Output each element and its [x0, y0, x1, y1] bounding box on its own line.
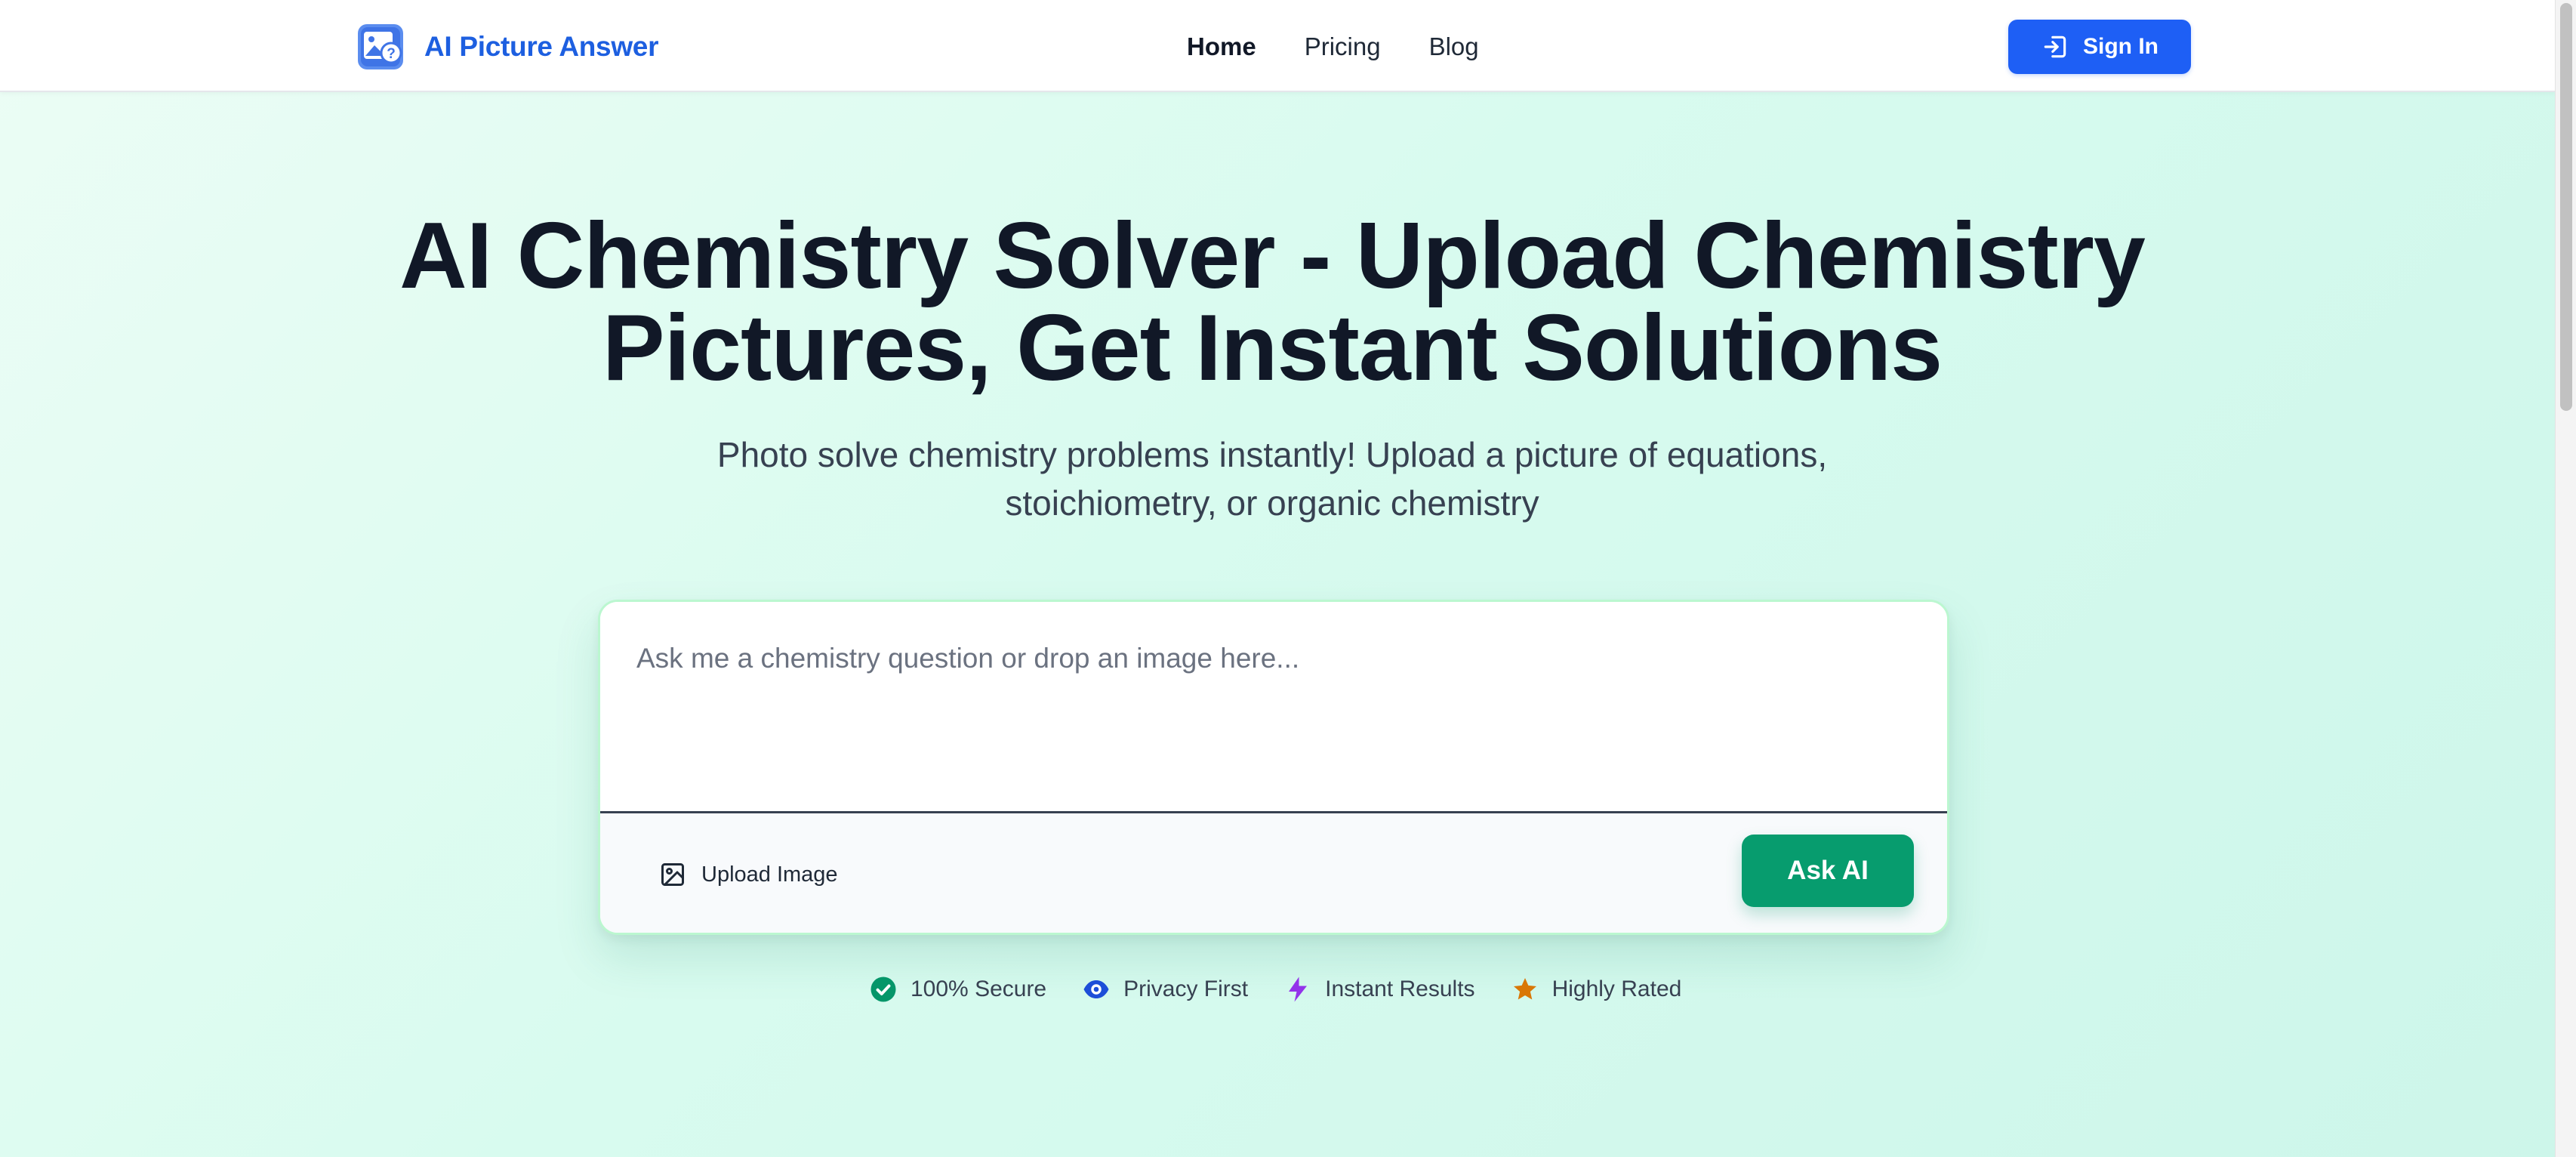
sign-in-icon [2044, 35, 2066, 58]
nav-home[interactable]: Home [1187, 32, 1256, 61]
badge-privacy-label: Privacy First [1123, 977, 1249, 1001]
top-header: ? AI Picture Answer Home Pricing Blog Si… [0, 0, 2555, 92]
badge-instant: Instant Results [1284, 976, 1475, 1003]
question-card: Upload Image Ask AI [598, 600, 1949, 935]
badge-privacy: Privacy First [1083, 976, 1248, 1003]
scrollbar-thumb[interactable] [2560, 3, 2572, 411]
page-subtitle-line1: Photo solve chemistry problems instantly… [716, 435, 1828, 474]
badge-instant-label: Instant Results [1325, 977, 1475, 1001]
brand-logo-link[interactable]: ? AI Picture Answer [356, 23, 658, 71]
badge-rated: Highly Rated [1511, 976, 1682, 1003]
page-title: AI Chemistry Solver - Upload Chemistry P… [302, 209, 2242, 395]
upload-image-label: Upload Image [701, 862, 838, 887]
ask-ai-button[interactable]: Ask AI [1742, 835, 1914, 907]
page-subtitle: Photo solve chemistry problems instantly… [604, 430, 1940, 527]
brand-name: AI Picture Answer [424, 31, 659, 62]
page-title-line1: AI Chemistry Solver - Upload Chemistry [399, 204, 2146, 308]
page-subtitle-line2: stoichiometry, or organic chemistry [1005, 483, 1539, 523]
question-card-footer: Upload Image Ask AI [600, 813, 1947, 933]
question-input[interactable] [600, 602, 1947, 813]
eye-icon [1083, 980, 1109, 998]
sign-in-label: Sign In [2083, 34, 2158, 59]
sign-in-button[interactable]: Sign In [2008, 20, 2191, 74]
svg-text:?: ? [387, 46, 396, 62]
upload-image-button[interactable]: Upload Image [659, 856, 838, 893]
badge-rated-label: Highly Rated [1551, 977, 1682, 1001]
main-nav: Home Pricing Blog [1187, 27, 1479, 66]
badge-secure: 100% Secure [870, 976, 1046, 1003]
page-scrollbar[interactable] [2555, 0, 2576, 1157]
lightning-icon [1289, 977, 1308, 1002]
check-circle-icon [870, 977, 896, 1002]
nav-pricing[interactable]: Pricing [1305, 32, 1381, 61]
nav-blog[interactable]: Blog [1429, 32, 1479, 61]
page-title-line2: Pictures, Get Instant Solutions [602, 296, 1943, 400]
image-icon [661, 863, 684, 886]
picture-question-logo-icon: ? [358, 24, 403, 69]
badge-secure-label: 100% Secure [911, 977, 1047, 1001]
trust-badges: 100% Secure Privacy First Instant Result… [870, 973, 1681, 1006]
star-icon [1513, 978, 1536, 1000]
